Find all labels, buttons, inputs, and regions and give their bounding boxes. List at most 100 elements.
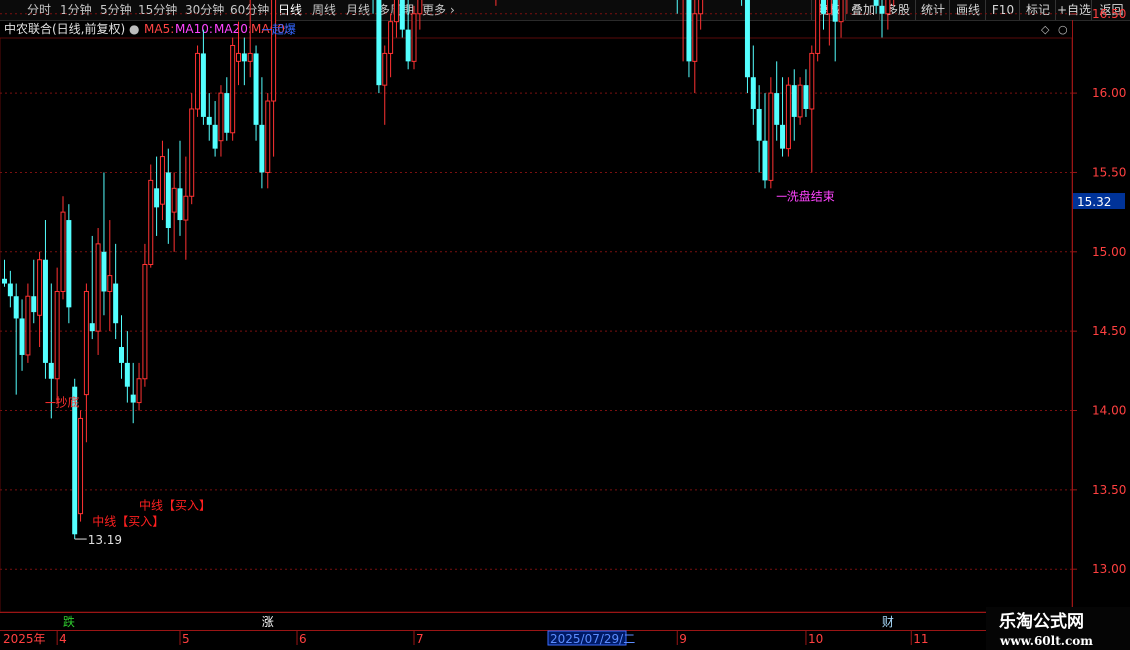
buy-signal-label: 中线【买入】 bbox=[92, 514, 164, 529]
circle-icon: ○ bbox=[1058, 23, 1068, 36]
candle-body-down bbox=[756, 108, 762, 141]
candle-body-down bbox=[821, 0, 826, 14]
candle-body-up bbox=[692, 13, 698, 62]
candle-body-up bbox=[37, 259, 43, 316]
candle-body-down bbox=[42, 259, 48, 363]
signal-marker-label: 抄底 bbox=[55, 395, 79, 410]
y-tick-label: 13.50 bbox=[1092, 483, 1126, 497]
candle-body-down bbox=[399, 0, 405, 30]
candle-body-up bbox=[768, 92, 774, 181]
candle-body-up bbox=[230, 44, 236, 134]
candle-body-up bbox=[142, 263, 148, 380]
candle-body-down bbox=[224, 93, 230, 133]
candle-body-up bbox=[271, 0, 277, 102]
candle-body-up bbox=[218, 92, 224, 142]
signal-marker-label: 起爆 bbox=[272, 23, 296, 37]
date-label: 7 bbox=[416, 632, 424, 646]
cursor-date-label: 2025/07/29/二 bbox=[550, 632, 635, 646]
candle-body-down bbox=[130, 394, 136, 403]
candle-body-up bbox=[885, 0, 891, 15]
candle-body-down bbox=[200, 53, 206, 117]
diamond-icon: ◇ bbox=[1041, 23, 1050, 36]
candle-body-up bbox=[411, 13, 417, 62]
candle-body-down bbox=[124, 362, 130, 387]
candle-body-down bbox=[791, 85, 797, 117]
candle-body-up bbox=[247, 52, 253, 62]
candle-body-up bbox=[171, 187, 177, 213]
candle-body-down bbox=[832, 0, 838, 22]
watermark-name: 乐淘公式网 bbox=[999, 611, 1084, 632]
candle-body-down bbox=[780, 124, 786, 149]
candle-body-up bbox=[60, 211, 66, 292]
candle-body-up bbox=[815, 0, 821, 54]
candle-body-up bbox=[838, 0, 844, 23]
candle-body-up bbox=[78, 417, 84, 515]
candle-body-up bbox=[393, 0, 399, 23]
candle-body-down bbox=[2, 278, 7, 284]
candle-body-down bbox=[13, 296, 19, 319]
date-label: 11 bbox=[913, 632, 928, 646]
candle-body-up bbox=[159, 156, 165, 205]
candle-body-down bbox=[686, 0, 692, 62]
candle-body-up bbox=[382, 52, 388, 86]
date-label: 10 bbox=[808, 632, 823, 646]
y-tick-label: 16.50 bbox=[1092, 7, 1126, 21]
candle-body-down bbox=[31, 296, 37, 313]
candle-body-down bbox=[241, 53, 247, 62]
y-tick-label: 15.50 bbox=[1092, 165, 1126, 179]
date-label: 9 bbox=[679, 632, 687, 646]
candle-body-up bbox=[265, 100, 271, 173]
candle-body-up bbox=[136, 378, 142, 404]
event-mark: 财 bbox=[882, 615, 894, 629]
candle-body-up bbox=[698, 0, 704, 15]
candle-body-up bbox=[189, 108, 195, 197]
candle-body-up bbox=[388, 21, 394, 54]
candle-body-down bbox=[66, 220, 72, 308]
y-tick-label: 14.00 bbox=[1092, 404, 1126, 418]
candle-body-up bbox=[826, 0, 832, 15]
candle-body-down bbox=[154, 188, 160, 208]
candle-body-down bbox=[376, 0, 382, 86]
candle-body-down bbox=[873, 0, 879, 6]
event-mark: 跌 bbox=[63, 614, 75, 629]
date-label: 6 bbox=[299, 632, 307, 646]
candle-body-down bbox=[165, 172, 171, 228]
candle-body-up bbox=[83, 290, 89, 396]
event-mark: 涨 bbox=[262, 614, 274, 629]
candle-body-up bbox=[183, 195, 189, 221]
candle-body-up bbox=[785, 84, 791, 150]
candle-body-down bbox=[101, 251, 107, 292]
candle-body-down bbox=[750, 77, 756, 109]
y-tick-label: 14.50 bbox=[1092, 324, 1126, 338]
candle-body-up bbox=[195, 52, 201, 110]
candle-body-down bbox=[879, 5, 885, 14]
candle-body-down bbox=[744, 0, 750, 78]
current-price-label: 15.32 bbox=[1077, 195, 1111, 209]
watermark-url: www.60lt.com bbox=[999, 634, 1093, 648]
candle-body-up bbox=[107, 275, 113, 292]
candle-body-down bbox=[259, 124, 265, 173]
y-tick-label: 15.00 bbox=[1092, 245, 1126, 259]
candle-body-up bbox=[25, 295, 31, 356]
date-label: 4 bbox=[59, 632, 67, 646]
y-tick-label: 13.00 bbox=[1092, 562, 1126, 576]
candle-body-up bbox=[236, 52, 241, 62]
candle-body-up bbox=[148, 179, 154, 265]
candle-body-down bbox=[113, 283, 119, 324]
low-price-label: 13.19 bbox=[88, 533, 122, 547]
signal-marker-label: 洗盘结束 bbox=[787, 188, 835, 203]
candle-body-down bbox=[212, 124, 218, 149]
date-label: 2025年 bbox=[3, 632, 46, 646]
candle-body-up bbox=[797, 84, 803, 118]
candle-body-up bbox=[95, 243, 101, 332]
candlestick-chart[interactable]: 13.00 13.50 14.00 14.50 15.00 15.50 16.00 16.50… bbox=[0, 0, 1130, 650]
candle-body-down bbox=[774, 93, 780, 125]
candle-body-down bbox=[19, 318, 25, 355]
candle-body-down bbox=[119, 347, 124, 363]
candle-body-down bbox=[206, 116, 212, 125]
candle-body-up bbox=[809, 52, 815, 110]
candle-body-down bbox=[253, 53, 259, 125]
date-label: 5 bbox=[182, 632, 190, 646]
candle-body-down bbox=[48, 362, 54, 379]
candle-body-down bbox=[177, 188, 183, 221]
